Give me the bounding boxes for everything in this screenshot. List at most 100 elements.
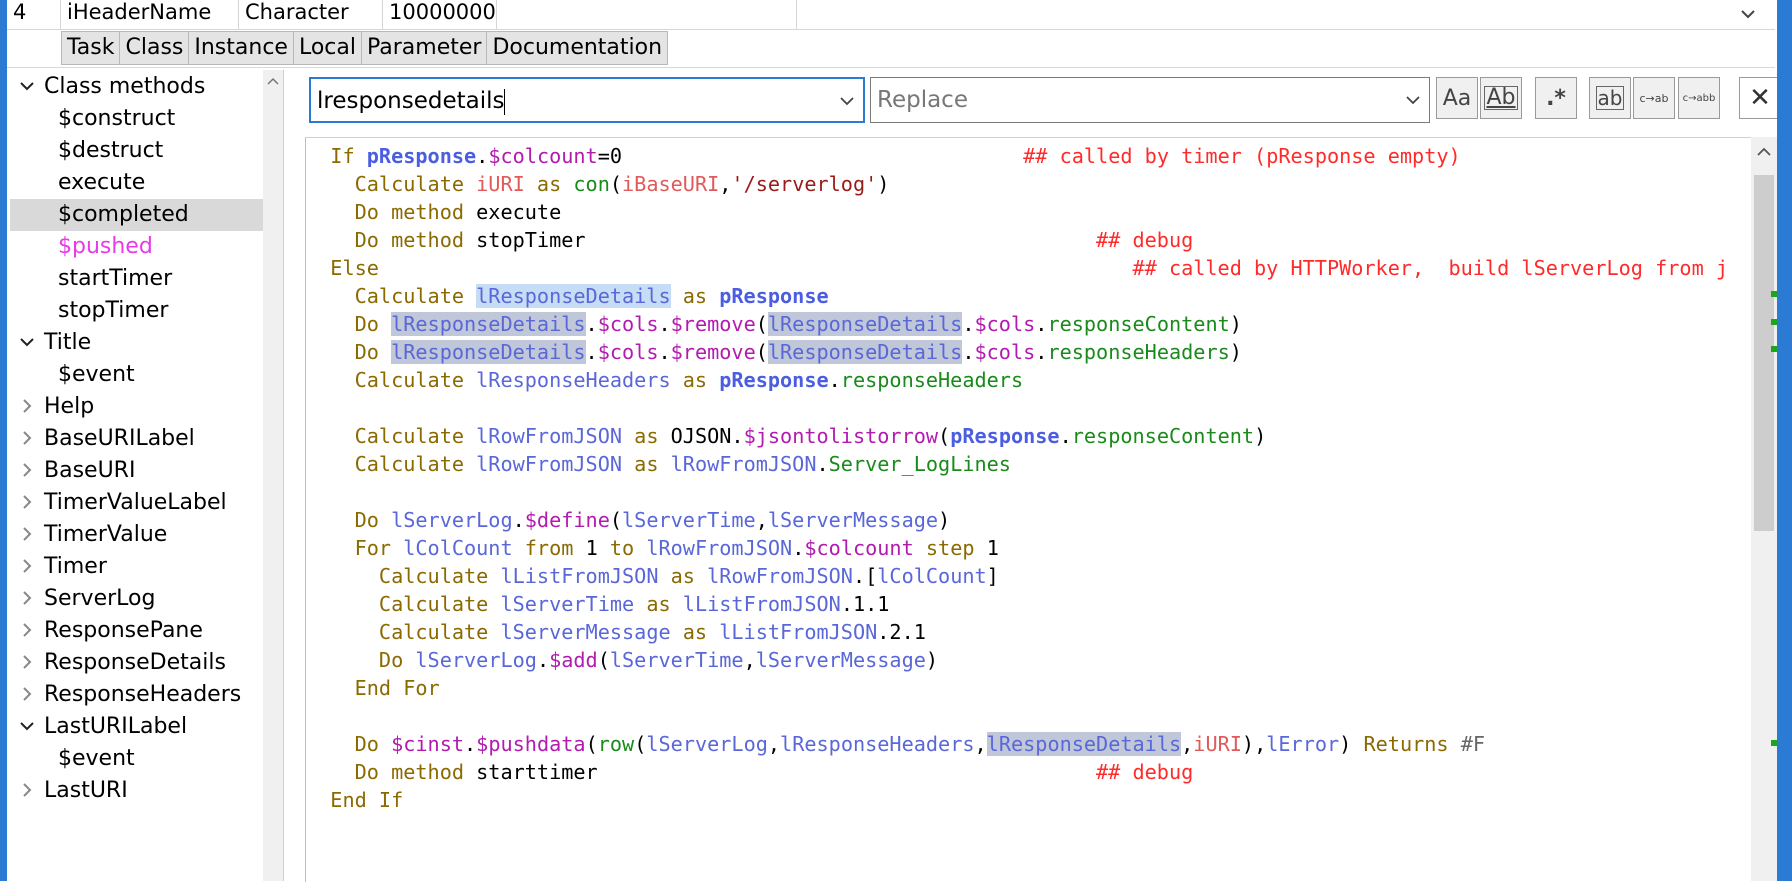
- regex-button[interactable]: .*: [1535, 77, 1577, 119]
- chevron-right-icon[interactable]: [16, 775, 40, 807]
- variable-description[interactable]: [497, 0, 797, 29]
- chevron-right-icon[interactable]: [16, 423, 40, 455]
- replace-placeholder: Replace: [877, 87, 968, 113]
- code-line[interactable]: Calculate lServerMessage as lListFromJSO…: [306, 618, 1728, 646]
- replace-input[interactable]: Replace: [870, 77, 1430, 123]
- chevron-down-icon[interactable]: [1737, 0, 1759, 29]
- chevron-down-icon[interactable]: [16, 327, 40, 359]
- code-line[interactable]: If pResponse.$colcount=0 ## called by ti…: [306, 142, 1728, 170]
- chevron-down-icon[interactable]: [839, 95, 855, 107]
- chevron-right-icon[interactable]: [16, 455, 40, 487]
- code-token: $jsontolistorrow: [743, 424, 939, 448]
- chevron-right-icon[interactable]: [16, 391, 40, 423]
- code-line[interactable]: Calculate lListFromJSON as lRowFromJSON.…: [306, 562, 1728, 590]
- replace-button[interactable]: c→ab: [1633, 77, 1675, 119]
- code-line[interactable]: Do lServerLog.$define(lServerTime,lServe…: [306, 506, 1728, 534]
- tree-item[interactable]: stopTimer: [10, 295, 269, 327]
- code-line[interactable]: For lColCount from 1 to lRowFromJSON.$co…: [306, 534, 1728, 562]
- tree-item[interactable]: $construct: [10, 103, 269, 135]
- tree-item[interactable]: $completed: [10, 199, 269, 231]
- code-scrollbar[interactable]: [1751, 137, 1777, 881]
- scroll-up-icon[interactable]: [267, 76, 279, 86]
- replace-next-button[interactable]: ab: [1589, 77, 1631, 119]
- method-tree[interactable]: Class methods $construct $destruct execute $…: [7, 70, 270, 881]
- tab-local[interactable]: Local: [293, 31, 362, 65]
- code-editor[interactable]: If pResponse.$colcount=0 ## called by ti…: [305, 137, 1752, 882]
- code-token: End For: [306, 676, 440, 700]
- code-line[interactable]: Do lResponseDetails.$cols.$remove(lRespo…: [306, 338, 1728, 366]
- code-line[interactable]: [306, 394, 1728, 422]
- chevron-right-icon[interactable]: [16, 679, 40, 711]
- code-line[interactable]: Do $cinst.$pushdata(row(lServerLog,lResp…: [306, 730, 1728, 758]
- code-line[interactable]: Do method starttimer ## debug: [306, 758, 1728, 786]
- code-line[interactable]: [306, 702, 1728, 730]
- chevron-right-icon[interactable]: [16, 583, 40, 615]
- tree-item[interactable]: Timer: [10, 551, 269, 583]
- close-find-button[interactable]: ✕: [1739, 77, 1781, 119]
- variable-row[interactable]: 4 iHeaderName Character 10000000: [7, 0, 1775, 30]
- chevron-down-icon[interactable]: [16, 71, 40, 103]
- chevron-down-icon[interactable]: [1405, 94, 1421, 106]
- tab-class[interactable]: Class: [120, 31, 190, 65]
- chevron-right-icon[interactable]: [16, 615, 40, 647]
- tree-item[interactable]: LastURI: [10, 775, 269, 807]
- variable-name[interactable]: iHeaderName: [61, 0, 239, 29]
- code-line[interactable]: Calculate lRowFromJSON as OJSON.$jsontol…: [306, 422, 1728, 450]
- code-line[interactable]: End If: [306, 786, 1728, 814]
- tree-item[interactable]: Title: [10, 327, 269, 359]
- variable-init-value[interactable]: 10000000: [383, 0, 497, 29]
- code-line[interactable]: End For: [306, 674, 1728, 702]
- tree-item[interactable]: $pushed: [10, 231, 269, 263]
- tree-item[interactable]: $event: [10, 359, 269, 391]
- tree-item[interactable]: TimerValue: [10, 519, 269, 551]
- code-line[interactable]: [306, 478, 1728, 506]
- code-line[interactable]: Do method stopTimer ## debug: [306, 226, 1728, 254]
- scrollbar-thumb[interactable]: [1754, 175, 1774, 531]
- search-input[interactable]: lresponsedetails: [309, 77, 865, 123]
- code-token: lServerTime: [609, 648, 744, 672]
- tree-item[interactable]: TimerValueLabel: [10, 487, 269, 519]
- tree-scrollbar[interactable]: [263, 70, 284, 881]
- code-token: (: [755, 312, 768, 336]
- tree-item[interactable]: Help: [10, 391, 269, 423]
- tree-item[interactable]: $destruct: [10, 135, 269, 167]
- code-token: as: [670, 284, 720, 308]
- tree-item[interactable]: LastURILabel: [10, 711, 269, 743]
- tab-task[interactable]: Task: [61, 31, 121, 65]
- tree-item[interactable]: Class methods: [10, 71, 269, 103]
- variable-type[interactable]: Character: [239, 0, 383, 29]
- tree-item[interactable]: ServerLog: [10, 583, 269, 615]
- code-comment: ## debug: [1096, 228, 1194, 252]
- chevron-down-icon[interactable]: [16, 711, 40, 743]
- chevron-right-icon[interactable]: [16, 551, 40, 583]
- tab-documentation[interactable]: Documentation: [487, 31, 669, 65]
- code-token: ,: [755, 508, 768, 532]
- match-case-button[interactable]: Aa: [1436, 77, 1478, 119]
- code-line[interactable]: Calculate lResponseHeaders as pResponse.…: [306, 366, 1728, 394]
- chevron-right-icon[interactable]: [16, 647, 40, 679]
- tree-item[interactable]: BaseURILabel: [10, 423, 269, 455]
- tree-item[interactable]: startTimer: [10, 263, 269, 295]
- tree-item[interactable]: BaseURI: [10, 455, 269, 487]
- tree-item[interactable]: execute: [10, 167, 269, 199]
- code-token: lListFromJSON: [682, 592, 841, 616]
- scroll-up-icon[interactable]: [1757, 147, 1771, 157]
- tab-instance[interactable]: Instance: [189, 31, 294, 65]
- tab-parameter[interactable]: Parameter: [361, 31, 488, 65]
- code-line[interactable]: Calculate iURI as con(iBaseURI,'/serverl…: [306, 170, 1728, 198]
- tree-item[interactable]: ResponseHeaders: [10, 679, 269, 711]
- code-line[interactable]: Calculate lRowFromJSON as lRowFromJSON.S…: [306, 450, 1728, 478]
- code-line[interactable]: Do method execute: [306, 198, 1728, 226]
- code-line[interactable]: Do lResponseDetails.$cols.$remove(lRespo…: [306, 310, 1728, 338]
- replace-all-button[interactable]: c→abb: [1678, 77, 1720, 119]
- tree-item[interactable]: $event: [10, 743, 269, 775]
- code-line[interactable]: Calculate lServerTime as lListFromJSON.1…: [306, 590, 1728, 618]
- chevron-right-icon[interactable]: [16, 519, 40, 551]
- code-line[interactable]: Else ## called by HTTPWorker, build lSer…: [306, 254, 1728, 282]
- tree-item[interactable]: ResponsePane: [10, 615, 269, 647]
- code-line[interactable]: Do lServerLog.$add(lServerTime,lServerMe…: [306, 646, 1728, 674]
- code-line[interactable]: Calculate lResponseDetails as pResponse: [306, 282, 1728, 310]
- chevron-right-icon[interactable]: [16, 487, 40, 519]
- whole-word-button[interactable]: Ab: [1480, 77, 1522, 119]
- tree-item[interactable]: ResponseDetails: [10, 647, 269, 679]
